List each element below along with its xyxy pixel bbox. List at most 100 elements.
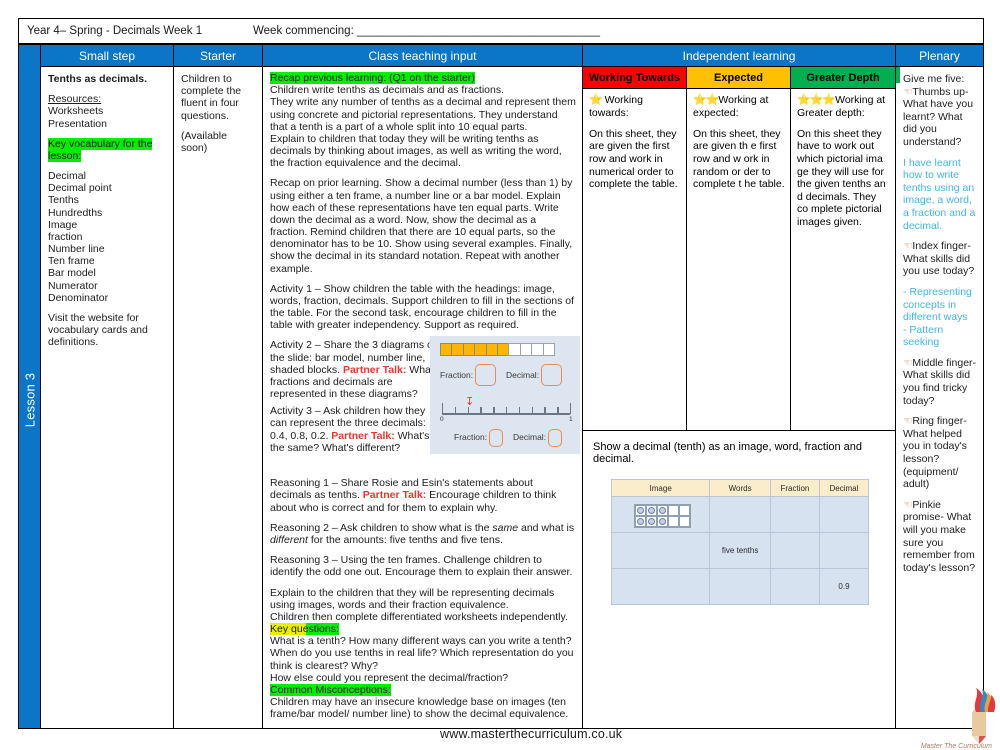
week-commencing-label: Week commencing: _______________________… <box>253 25 601 37</box>
cell-fraction[interactable] <box>769 568 820 605</box>
star-icon: ⭐⭐⭐ <box>797 94 836 106</box>
level-body-expected: ⭐⭐Working at expected: On this sheet, th… <box>687 89 791 430</box>
vocab-item: Decimal <box>48 170 86 183</box>
column-starter: Starter Children to complete the fluent … <box>174 45 263 728</box>
level-header-working-towards: Working Towards <box>583 67 687 88</box>
level-description: On this sheet, they are given the first … <box>589 127 678 191</box>
table-row: five tenths <box>610 532 870 569</box>
column-header-image: Image <box>610 479 711 497</box>
vocab-item: fraction <box>48 230 83 243</box>
key-question: What is a tenth? How many different ways… <box>270 635 572 648</box>
fraction-answer-box[interactable] <box>475 364 496 387</box>
number-line-end-label: 1 <box>569 416 573 424</box>
resource-item: Worksheets <box>48 105 104 118</box>
cell-image[interactable] <box>610 568 711 605</box>
number-line-answer-row: Fraction: Decimal: <box>440 429 572 448</box>
number-line-tick <box>467 407 469 415</box>
independent-task-table: Image Words Fraction Decimal five tenths… <box>610 479 870 605</box>
teaching-para: Recap on prior learning. Show a decimal … <box>270 177 573 275</box>
misconceptions-label: Common Misconceptions: <box>270 683 391 696</box>
number-line-tick <box>493 407 495 415</box>
header-starter: Starter <box>174 45 262 67</box>
resources-label: Resources: <box>48 93 102 106</box>
titlebar: Year 4– Spring - Decimals Week 1 Week co… <box>18 18 984 44</box>
plenary-intro: Give me five: <box>903 73 965 85</box>
fraction-answer-box[interactable] <box>489 429 503 448</box>
cell-words[interactable]: five tenths <box>709 532 771 569</box>
cell-decimal[interactable] <box>818 532 870 569</box>
website-url[interactable]: www.masterthecurriculum.co.uk <box>440 727 622 741</box>
small-step-body: Tenths as decimals. Resources: Worksheet… <box>41 67 173 728</box>
hand-icon: ☜ <box>903 240 913 253</box>
logo-wordmark: Master The Curriculum <box>920 743 992 750</box>
decimal-answer-box[interactable] <box>548 429 562 448</box>
cell-words[interactable] <box>709 496 771 533</box>
cell-image[interactable] <box>610 496 711 533</box>
number-line-tick <box>557 407 559 415</box>
key-questions-label: Key questions: <box>270 623 339 636</box>
number-line-tick <box>480 407 482 415</box>
partner-talk-tag: Partner Talk: <box>331 429 395 442</box>
small-step-title: Tenths as decimals. <box>48 73 148 85</box>
vocab-item: Number line <box>48 243 105 256</box>
decimal-label: Decimal: <box>513 432 547 443</box>
level-description: On this sheet they have to work out whic… <box>797 127 886 228</box>
fraction-label: Fraction: <box>440 369 474 380</box>
vocab-item: Image <box>48 218 78 231</box>
level-header-expected: Expected <box>687 67 791 88</box>
bar-model <box>440 343 572 357</box>
teaching-para: Children write tenths as decimals and as… <box>270 84 505 97</box>
plenary-item: ☜Index finger- What skills did you use t… <box>903 240 975 278</box>
decimal-answer-box[interactable] <box>541 364 562 387</box>
number-line: 0 1 ↧ <box>440 395 573 425</box>
table-header-row: Image Words Fraction Decimal <box>610 479 870 497</box>
recap-heading: Recap previous learning: (Q1 on the star… <box>270 72 475 84</box>
lesson-number-label: Lesson 3 <box>22 372 37 428</box>
level-body-greater-depth: ⭐⭐⭐Working at Greater depth: On this she… <box>791 89 895 430</box>
cell-fraction[interactable] <box>769 496 820 533</box>
plenary-item: ☜Ring finger- What helped you in today's… <box>903 415 967 491</box>
column-independent-learning: Independent learning Working Towards Exp… <box>583 45 896 728</box>
bar-cell <box>542 343 555 357</box>
small-step-footer-note: Visit the website for vocabulary cards a… <box>48 311 148 349</box>
vocab-item: Hundredths <box>48 206 103 219</box>
plenary-answer-skills-1: - Representing concepts in different way… <box>903 285 972 324</box>
starter-text: Children to complete the fluent in four … <box>181 73 242 122</box>
number-line-tick <box>544 407 546 415</box>
activity-3-text: Activity 3 – Ask children how they can r… <box>270 405 430 454</box>
hand-icon: ☜ <box>903 498 913 511</box>
key-question: When do you use tenths in real life? Whi… <box>270 647 574 672</box>
task-caption: Show a decimal (tenth) as an image, word… <box>593 441 863 465</box>
vocab-item: Decimal point <box>48 182 112 195</box>
key-vocabulary-label: Key vocabulary for the lesson: <box>48 137 153 162</box>
cell-words[interactable] <box>709 568 771 605</box>
decimal-label: Decimal: <box>506 369 540 380</box>
number-line-tick <box>531 407 533 415</box>
teaching-explain: Explain to the children that they will b… <box>270 586 555 611</box>
misconceptions-text: Children may have an insecure knowledge … <box>270 696 569 721</box>
level-body-working-towards: ⭐ Working towards: On this sheet, they a… <box>583 89 687 430</box>
column-header-words: Words <box>709 479 771 497</box>
hand-icon: ☜ <box>903 85 913 98</box>
ten-frame-icon <box>634 503 692 528</box>
header-class-teaching-input: Class teaching input <box>263 45 582 67</box>
cell-decimal[interactable]: 0.9 <box>818 568 870 605</box>
cell-image[interactable] <box>610 532 711 569</box>
star-icon: ⭐⭐ <box>693 94 719 106</box>
plenary-answer-learnt: I have learnt how to write tenths using … <box>903 156 976 232</box>
cell-fraction[interactable] <box>769 532 820 569</box>
partner-talk-tag: Partner Talk: <box>362 489 427 502</box>
table-row <box>610 496 870 533</box>
lesson-plan-page: Year 4– Spring - Decimals Week 1 Week co… <box>0 0 1000 750</box>
cell-decimal[interactable] <box>818 496 870 533</box>
starter-availability: (Available soon) <box>181 129 227 154</box>
activity-1: Activity 1 – Show children the table wit… <box>270 282 575 332</box>
plenary-item: ☜Thumbs up- What have you learnt? What d… <box>903 85 974 148</box>
bar-model-diagram: Fraction: Decimal: <box>430 336 580 394</box>
fraction-label: Fraction: <box>454 432 488 443</box>
key-question: How else could you represent the decimal… <box>270 671 509 684</box>
reasoning-3: Reasoning 3 – Using the ten frames. Chal… <box>270 554 573 579</box>
number-line-diagram: 0 1 ↧ Fraction: Decimal: <box>430 391 580 455</box>
plenary-item: ☜Pinkie promise- What will you make sure… <box>903 498 976 574</box>
independent-task-panel: Show a decimal (tenth) as an image, word… <box>583 431 895 728</box>
